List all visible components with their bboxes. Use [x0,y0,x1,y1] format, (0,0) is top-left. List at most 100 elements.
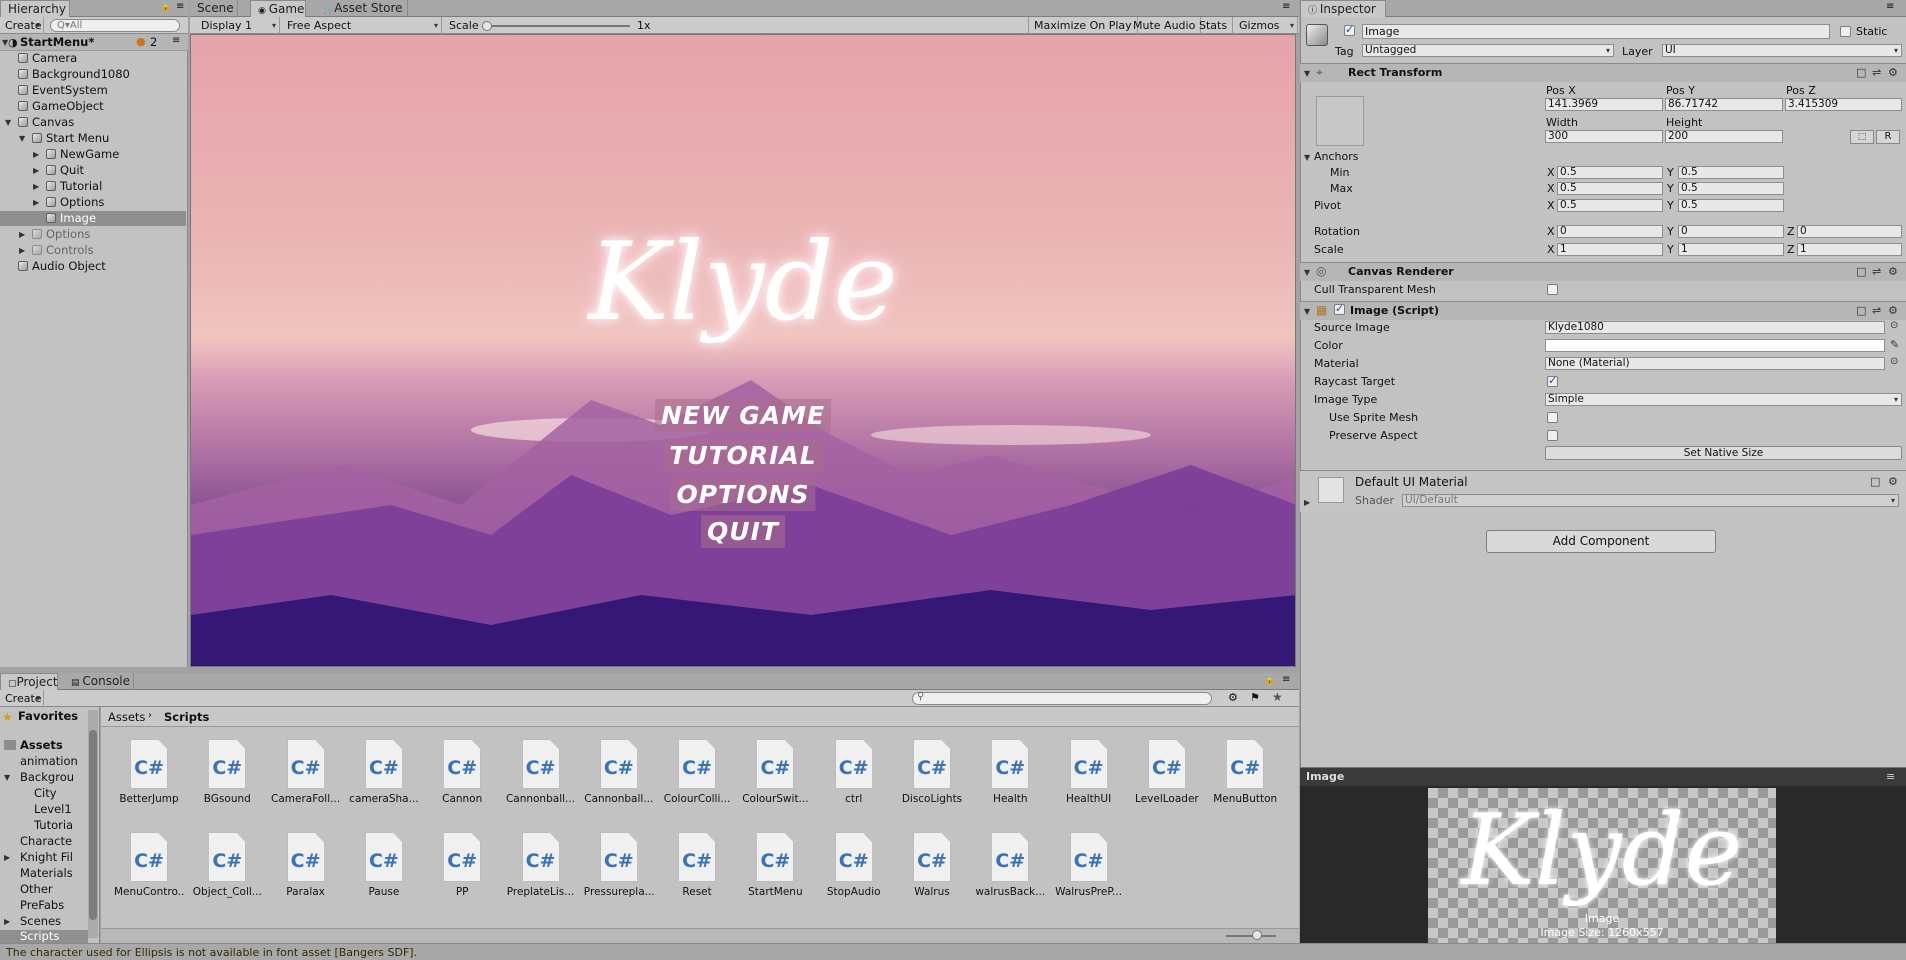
tag-dropdown[interactable]: Untagged [1362,44,1614,57]
quit-button[interactable]: QUIT [701,515,785,548]
script-asset[interactable]: C# walrusBack... [975,832,1045,898]
posy-field[interactable]: 86.71742 [1665,98,1783,111]
script-asset[interactable]: C# WalrusPreP... [1054,832,1124,898]
breadcrumb-assets[interactable]: Assets [108,710,145,725]
mute-audio-toggle[interactable]: Mute Audio [1128,17,1202,34]
script-asset[interactable]: C# StartMenu [740,832,810,898]
sprite-mesh-checkbox[interactable] [1547,412,1558,423]
script-asset[interactable]: C# MenuButton [1210,739,1280,805]
status-message[interactable]: The character used for Ellipsis is not a… [6,946,417,959]
layer-dropdown[interactable]: UI [1662,44,1902,57]
script-asset[interactable]: C# ctrl [819,739,889,805]
hierarchy-item-canvas[interactable]: Canvas [18,115,74,130]
game-viewport[interactable]: Klyde NEW GAME TUTORIAL OPTIONS QUIT [190,34,1296,667]
tree-materials[interactable]: Materials [20,866,86,881]
add-component-button[interactable]: Add Component [1486,530,1716,553]
script-asset[interactable]: C# BGsound [192,739,262,805]
newgame-expand-arrow[interactable]: ▶ [33,150,39,159]
tree-animation[interactable]: animation [20,754,86,769]
options-expand-arrow[interactable]: ▶ [33,198,39,207]
project-search-input[interactable]: ⚲ [912,691,1212,705]
set-native-size-button[interactable]: Set Native Size [1545,446,1902,460]
pivot-y[interactable]: 0.5 [1678,199,1784,212]
tree-tutorial[interactable]: Tutoria [34,818,86,833]
canvas-expand-arrow[interactable]: ▼ [5,118,11,127]
anchor-max-x[interactable]: 0.5 [1557,182,1663,195]
color-swatch[interactable] [1545,339,1885,352]
tab-console[interactable]: ▤ Console [64,673,134,690]
gizmos-dropdown[interactable]: Gizmos [1234,17,1298,34]
hierarchy-item-options-root[interactable]: Options [32,227,90,242]
hierarchy-search-input[interactable]: Q▾All [50,19,180,32]
tree-other[interactable]: Other [20,882,86,897]
hierarchy-item-newgame[interactable]: NewGame [46,147,119,162]
raw-edit-button[interactable]: R [1876,130,1900,144]
stats-toggle[interactable]: Stats [1194,17,1234,34]
hierarchy-item-quit[interactable]: Quit [46,163,84,178]
options2-expand-arrow[interactable]: ▶ [19,230,25,239]
lock-icon[interactable]: 🔒 [160,2,171,12]
source-image-field[interactable]: Klyde1080 [1545,321,1885,334]
preset-icon[interactable]: ⇌ [1872,265,1881,278]
script-asset[interactable]: C# BetterJump [114,739,184,805]
raycast-checkbox[interactable] [1547,374,1558,387]
help-icon[interactable]: □ [1856,66,1866,79]
scale-slider-thumb[interactable] [482,21,492,31]
quit-expand-arrow[interactable]: ▶ [33,166,39,175]
object-picker-icon[interactable]: ⊙ [1890,356,1898,367]
anchor-max-y[interactable]: 0.5 [1678,182,1784,195]
script-asset[interactable]: C# Cannonball... [506,739,576,805]
script-asset[interactable]: C# LevelLoader [1132,739,1202,805]
create-dropdown[interactable]: Create [0,17,44,34]
script-asset[interactable]: C# Reset [662,832,732,898]
panel-menu-icon[interactable]: ≡ [176,1,184,12]
controls-expand-arrow[interactable]: ▶ [19,246,25,255]
hierarchy-item-image[interactable]: Image [46,211,96,226]
tree-scrollbar[interactable] [88,710,98,938]
canvas-renderer-arrow[interactable]: ▼ [1304,268,1310,277]
material-field[interactable]: None (Material) [1545,357,1885,370]
project-create-dropdown[interactable]: Create [0,690,44,707]
breadcrumb-scripts[interactable]: Scripts [164,710,209,725]
script-asset[interactable]: C# cameraSha... [349,739,419,805]
anchor-preset-button[interactable] [1316,96,1364,146]
inspector-menu-icon[interactable]: ≡ [1886,1,1894,12]
posx-field[interactable]: 141.3969 [1545,98,1663,111]
scale-x[interactable]: 1 [1557,243,1663,256]
anchor-min-x[interactable]: 0.5 [1557,166,1663,179]
preserve-aspect-checkbox[interactable] [1547,430,1558,441]
icon-size-slider[interactable] [1226,935,1276,937]
rect-expand-arrow[interactable]: ▼ [1304,69,1310,78]
gear-icon[interactable]: ⚙ [1888,265,1898,278]
hierarchy-item-audio-object[interactable]: Audio Object [18,259,106,274]
shader-dropdown[interactable]: UI/Default [1402,494,1899,507]
project-lock-icon[interactable]: 🔒 [1264,675,1275,685]
posz-field[interactable]: 3.415309 [1785,98,1902,111]
filter-type-icon[interactable]: ⚙ [1228,691,1238,704]
script-asset[interactable]: C# Health [975,739,1045,805]
hierarchy-item-controls[interactable]: Controls [32,243,94,258]
scale-slider-track[interactable] [484,25,630,27]
anchor-min-y[interactable]: 0.5 [1678,166,1784,179]
script-asset[interactable]: C# DiscoLights [897,739,967,805]
favorites-label[interactable]: Favorites [18,709,78,724]
game-panel-menu-icon[interactable]: ≡ [1282,1,1290,12]
hierarchy-item-gameobject[interactable]: GameObject [18,99,104,114]
tree-characters[interactable]: Characte [20,834,86,849]
hierarchy-item-eventsystem[interactable]: EventSystem [18,83,108,98]
image-type-dropdown[interactable]: Simple [1545,393,1902,406]
tab-scene[interactable]: Scene [190,0,238,17]
script-asset[interactable]: C# Cannon [427,739,497,805]
script-asset[interactable]: C# Pause [349,832,419,898]
gear-icon[interactable]: ⚙ [1888,304,1898,317]
help-icon[interactable]: □ [1856,265,1866,278]
tab-game[interactable]: ◉ Game [250,0,306,17]
width-field[interactable]: 300 [1545,130,1663,143]
tree-knight-arrow[interactable]: ▶ [4,853,10,862]
tab-asset-store[interactable]: 🛒Asset Store [316,0,408,17]
eyedropper-icon[interactable]: ✎ [1890,338,1899,351]
material-expand-arrow[interactable]: ▶ [1304,498,1310,507]
scene-name[interactable]: StartMenu* [20,35,94,50]
script-asset[interactable]: C# Paralax [271,832,341,898]
project-menu-icon[interactable]: ≡ [1282,674,1290,685]
